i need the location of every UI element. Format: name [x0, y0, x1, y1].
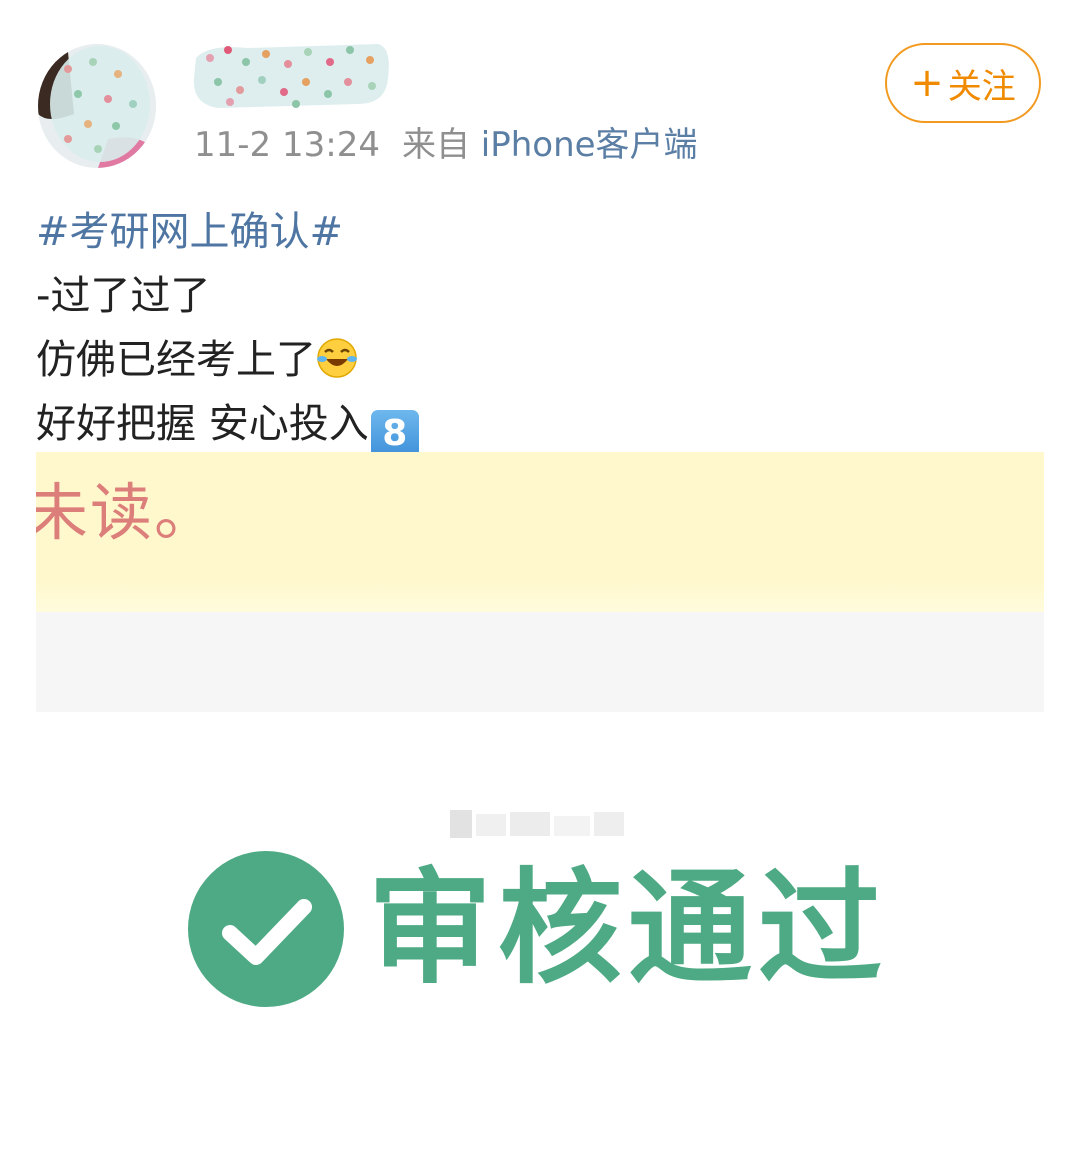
- username[interactable]: [188, 38, 394, 114]
- weibo-post: 11-2 13:24 来自 iPhone客户端 + 关注 #考研网上确认# -过了…: [0, 0, 1080, 1157]
- post-body: #考研网上确认# -过了过了 仿佛已经考上了 好好把握 安心投入 8: [36, 200, 1036, 458]
- laughing-crying-emoji-icon: [317, 338, 357, 378]
- notice-text: 未读。: [36, 476, 219, 549]
- post-line-3-text: 好好把握 安心投入: [36, 401, 369, 447]
- post-line-3: 好好把握 安心投入 8: [36, 392, 1036, 458]
- post-line-2-text: 仿佛已经考上了: [36, 337, 316, 383]
- keycap-8-icon: 8: [370, 410, 419, 458]
- avatar[interactable]: [38, 44, 156, 168]
- post-image[interactable]: 未读。 审核通过: [36, 452, 1044, 1152]
- blurred-label: [450, 810, 624, 838]
- status-text: 审核通过: [368, 857, 889, 1001]
- follow-label: 关注: [947, 66, 1016, 107]
- notice-banner: 未读。: [36, 452, 1044, 612]
- post-line-2: 仿佛已经考上了: [36, 328, 1036, 392]
- check-circle-icon: [188, 851, 344, 1007]
- post-meta: 11-2 13:24 来自 iPhone客户端: [194, 120, 698, 170]
- hashtag-link[interactable]: #考研网上确认#: [36, 209, 343, 255]
- post-timestamp: 11-2 13:24: [194, 125, 380, 165]
- post-source-client[interactable]: iPhone客户端: [481, 125, 698, 165]
- post-line-1: -过了过了: [36, 273, 211, 319]
- plus-icon: +: [910, 60, 944, 106]
- post-source-prefix: 来自: [401, 125, 470, 165]
- divider-band: [36, 612, 1044, 712]
- follow-button[interactable]: + 关注: [885, 43, 1041, 123]
